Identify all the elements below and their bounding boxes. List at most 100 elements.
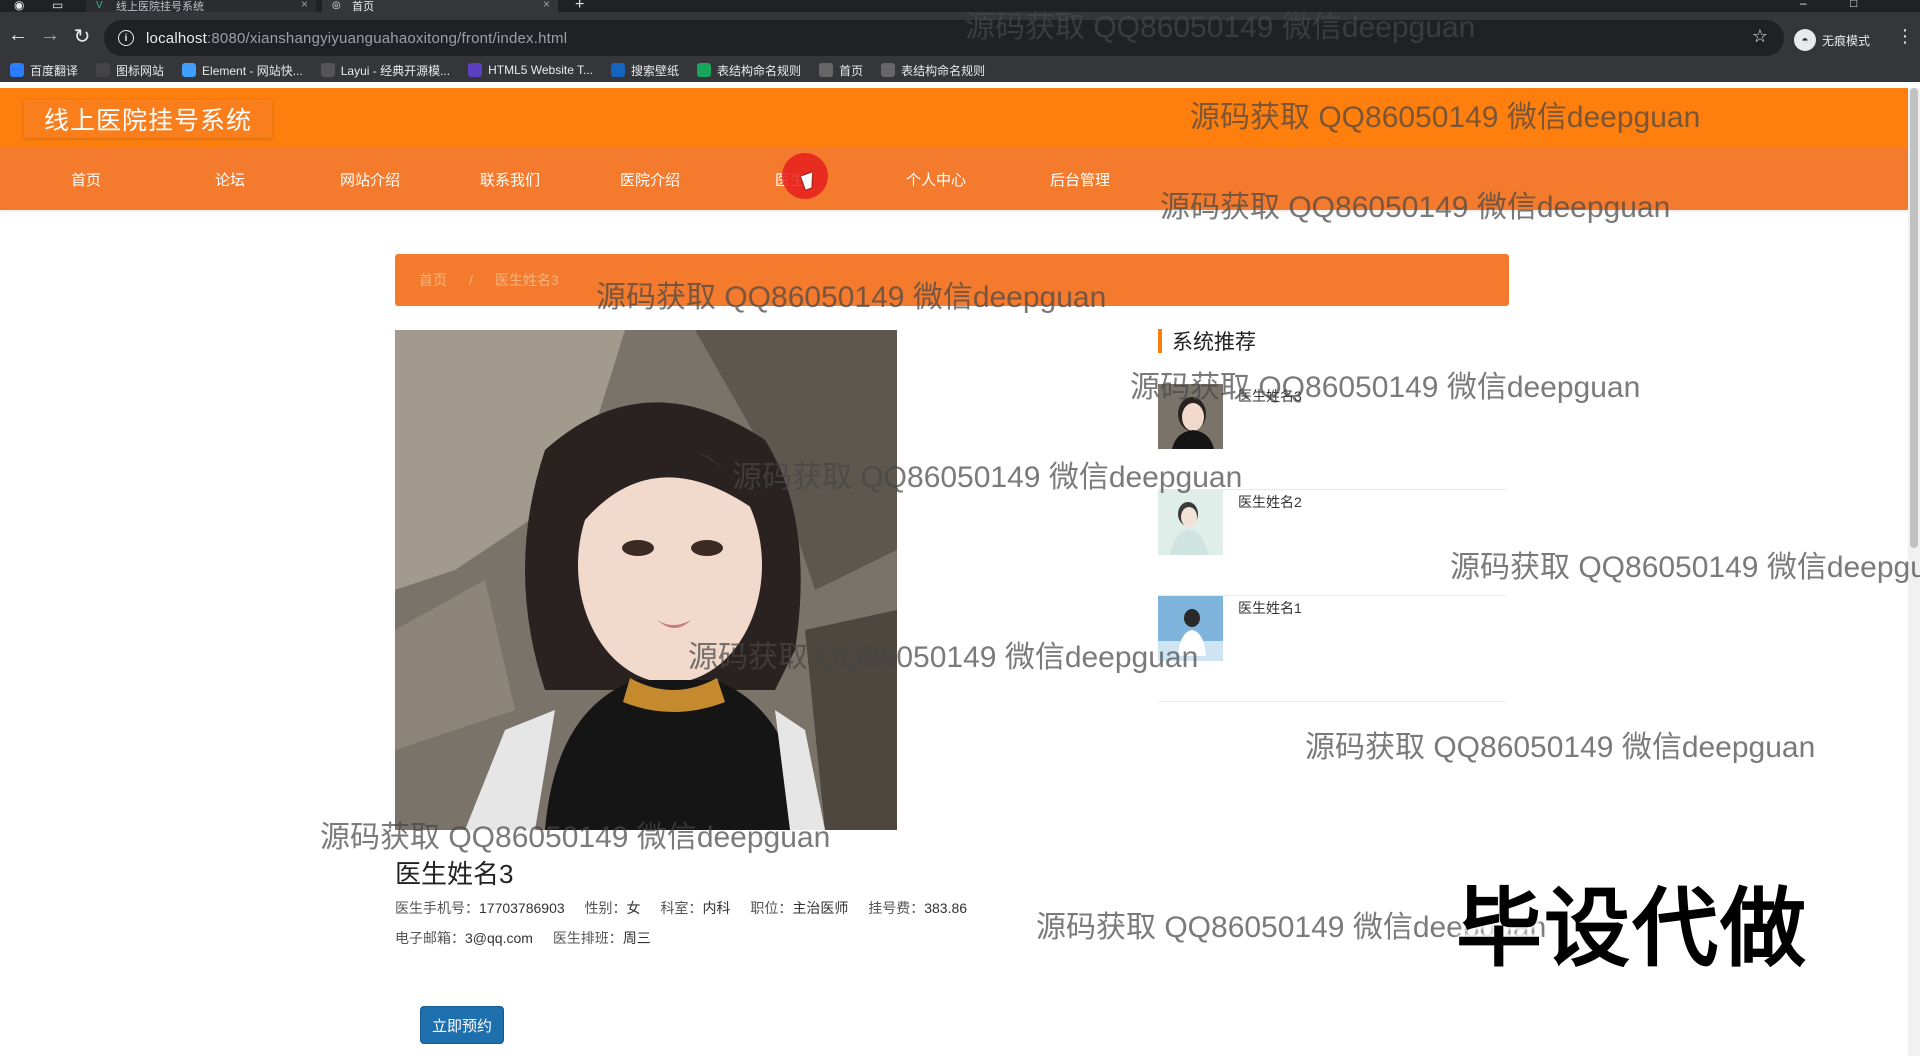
bookmark-label: 表结构命名规则	[901, 63, 986, 78]
bookmark-item[interactable]: 图标网站	[96, 62, 164, 79]
tab-home[interactable]: ◎ 首页 ×	[322, 0, 558, 12]
fee-value: 383.86	[924, 900, 968, 916]
recommend-title-text: 系统推荐	[1172, 331, 1256, 354]
title-accent-bar	[1158, 329, 1162, 353]
tab-title: 首页	[352, 1, 374, 12]
email-label: 电子邮箱：	[395, 930, 465, 946]
bookmark-item[interactable]: 表结构命名规则	[697, 62, 801, 79]
browser-menu-icon[interactable]: ◉	[14, 0, 24, 12]
table-icon	[697, 63, 712, 77]
tab-title: 线上医院挂号系统	[116, 1, 204, 12]
nav-item[interactable]: 联系我们	[440, 148, 580, 210]
bookmark-item[interactable]: HTML5 Website T...	[468, 63, 593, 77]
doctor-thumbnail[interactable]	[1158, 384, 1223, 449]
address-bar[interactable]: i localhost:8080/xianshangyiyuanguahaoxi…	[104, 20, 1784, 56]
gender-value: 女	[626, 900, 641, 916]
tab-search-icon[interactable]: ▭	[52, 0, 63, 12]
bookmark-item[interactable]: 搜索壁纸	[611, 62, 679, 79]
nav-item[interactable]: 个人中心	[866, 148, 1006, 210]
browser-window: ◉ ▭ V 线上医院挂号系统 × ◎ 首页 × + – □ ← → ↻ i lo…	[0, 0, 1920, 1056]
globe-icon	[819, 63, 834, 77]
doctor-photo	[395, 330, 897, 830]
web-page: 线上医院挂号系统 首页论坛网站介绍联系我们医院介绍医生个人中心后台管理 首页 /…	[0, 88, 1908, 1056]
minimize-icon[interactable]: –	[1800, 0, 1807, 10]
title-value: 主治医师	[792, 900, 849, 916]
tab-strip: ◉ ▭ V 线上医院挂号系统 × ◎ 首页 × + – □	[0, 0, 1920, 13]
nav-item[interactable]: 论坛	[160, 148, 300, 210]
url-path: :8080/xianshangyiyuanguahaoxitong/front/…	[207, 29, 568, 47]
bookmark-label: Layui - 经典开源模...	[340, 63, 451, 78]
phone-value: 17703786903	[479, 900, 565, 916]
flag-icon	[96, 63, 111, 77]
forward-icon[interactable]: →	[36, 24, 64, 47]
browser-toolbar: ← → ↻ i localhost:8080/xianshangyiyuangu…	[0, 12, 1920, 64]
doctor-name: 医生姓名3	[395, 859, 514, 889]
fee-label: 挂号费：	[868, 900, 925, 916]
nav-item[interactable]: 网站介绍	[300, 148, 440, 210]
bookmarks-bar: 百度翻译 图标网站 Element - 网站快... Layui - 经典开源模...…	[0, 58, 1920, 82]
bookmark-item[interactable]: 百度翻译	[10, 62, 78, 79]
bookmark-item[interactable]: Layui - 经典开源模...	[320, 62, 451, 79]
gender-label: 性别：	[584, 900, 627, 916]
wallpaper-icon	[611, 63, 626, 77]
nav-item[interactable]: 医院介绍	[580, 148, 720, 210]
incognito-indicator[interactable]: ◓ 无痕模式	[1794, 29, 1870, 51]
incognito-icon: ◓	[1794, 29, 1816, 51]
recommend-item[interactable]: 医生姓名2	[1158, 490, 1506, 596]
bookmark-star-icon[interactable]: ☆	[1752, 26, 1768, 47]
title-label: 职位：	[750, 900, 793, 916]
bookmark-label: 百度翻译	[30, 63, 79, 78]
bookmark-label: 首页	[839, 63, 864, 78]
page-scrollbar[interactable]	[1908, 88, 1920, 1056]
bookmark-label: 搜索壁纸	[631, 63, 680, 78]
bookmark-item[interactable]: Element - 网站快...	[182, 62, 303, 79]
dept-value: 内科	[702, 900, 731, 916]
breadcrumb-current: 医生姓名3	[494, 272, 559, 288]
html5-icon	[468, 63, 483, 77]
element-icon	[182, 63, 197, 77]
recommend-item[interactable]: 医生姓名1	[1158, 596, 1506, 702]
maximize-icon[interactable]: □	[1850, 0, 1857, 10]
doctor-info-line-1: 医生手机号：17703786903 性别：女 科室：内科 职位：主治医师 挂号费…	[395, 898, 983, 918]
globe-icon: ◎	[332, 0, 341, 11]
site-info-icon[interactable]: i	[118, 30, 134, 46]
schedule-label: 医生排班：	[552, 930, 623, 946]
doctor-thumbnail[interactable]	[1158, 596, 1223, 661]
site-header: 线上医院挂号系统	[0, 88, 1908, 148]
bookmark-label: Element - 网站快...	[202, 63, 303, 78]
translate-icon	[10, 63, 24, 77]
vue-icon: V	[96, 0, 103, 11]
close-icon[interactable]: ×	[301, 0, 308, 11]
breadcrumb-separator: /	[469, 272, 473, 288]
nav-item[interactable]: 首页	[16, 148, 156, 210]
breadcrumb: 首页 / 医生姓名3	[395, 254, 1509, 306]
more-menu-icon[interactable]: ⋮	[1896, 26, 1914, 47]
url-host: localhost	[146, 29, 208, 47]
nav-item[interactable]: 后台管理	[1010, 148, 1150, 210]
email-value: 3@qq.com	[465, 930, 533, 946]
recommend-item-name[interactable]: 医生姓名2	[1238, 492, 1302, 512]
dept-label: 科室：	[660, 900, 703, 916]
reserve-button[interactable]: 立即预约	[420, 1006, 504, 1044]
back-icon[interactable]: ←	[4, 24, 32, 47]
bookmark-label: HTML5 Website T...	[488, 63, 594, 77]
tab-hospital-system[interactable]: V 线上医院挂号系统 ×	[86, 0, 316, 12]
site-nav: 首页论坛网站介绍联系我们医院介绍医生个人中心后台管理	[0, 148, 1908, 210]
bookmark-item[interactable]: 首页	[819, 62, 863, 79]
close-icon[interactable]: ×	[543, 0, 550, 11]
recommend-title: 系统推荐	[1158, 326, 1256, 356]
recommend-item-name[interactable]: 医生姓名3	[1238, 386, 1302, 406]
site-logo[interactable]: 线上医院挂号系统	[24, 100, 273, 138]
layui-icon	[320, 63, 335, 77]
bookmark-item[interactable]: 表结构命名规则	[881, 62, 985, 79]
recommend-item-name[interactable]: 医生姓名1	[1238, 598, 1302, 618]
schedule-value: 周三	[622, 930, 651, 946]
bookmark-label: 表结构命名规则	[717, 63, 802, 78]
scrollbar-thumb[interactable]	[1910, 88, 1918, 548]
doctor-thumbnail[interactable]	[1158, 490, 1223, 555]
doctor-info-line-2: 电子邮箱：3@qq.com 医生排班：周三	[395, 928, 667, 948]
recommend-item[interactable]: 医生姓名3	[1158, 384, 1506, 490]
breadcrumb-home[interactable]: 首页	[419, 270, 447, 290]
incognito-label: 无痕模式	[1822, 33, 1871, 48]
reload-icon[interactable]: ↻	[68, 24, 96, 49]
